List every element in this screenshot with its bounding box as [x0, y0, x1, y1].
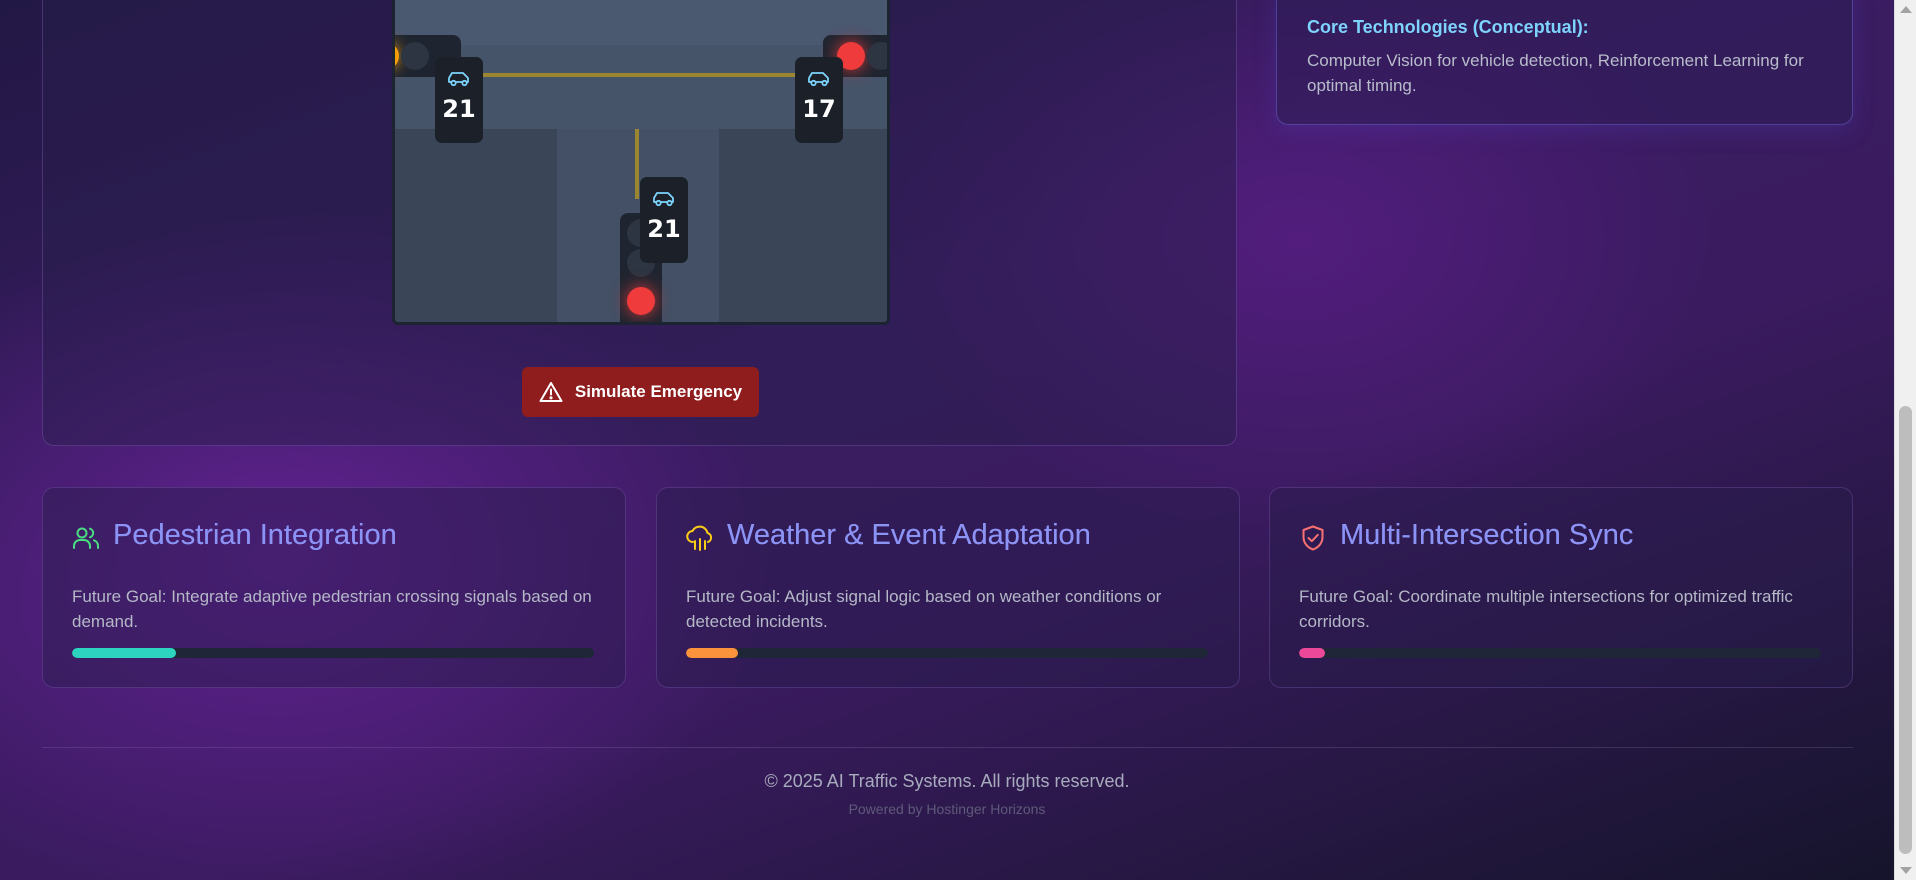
vehicle-count: 21: [647, 215, 681, 243]
core-technologies-title: Core Technologies (Conceptual):: [1307, 17, 1589, 37]
lane-divider-vertical: [635, 129, 639, 199]
feature-description: Future Goal: Integrate adaptive pedestri…: [72, 587, 592, 631]
vehicle-counter-east: 17: [795, 57, 843, 143]
car-icon: [448, 72, 469, 87]
car-icon: [653, 192, 674, 207]
vehicle-count: 21: [442, 95, 476, 123]
traffic-light-west-off: [401, 42, 429, 70]
car-icon: [808, 72, 829, 87]
traffic-light-west-amber: [395, 42, 399, 70]
footer-divider: [42, 747, 1853, 748]
warning-triangle-icon: [539, 382, 563, 402]
core-technologies-text: Computer Vision for vehicle detection, R…: [1307, 51, 1804, 95]
progress-fill: [72, 648, 177, 658]
page-scrollbar[interactable]: [1894, 0, 1916, 880]
feature-title: Weather & Event Adaptation: [727, 519, 1091, 551]
traffic-light-east-off: [867, 42, 887, 70]
progress-track: [686, 648, 1208, 658]
users-icon: [73, 527, 100, 549]
simulation-panel: 21 17 21 Simulate Emergency: [42, 0, 1237, 446]
vehicle-counter-south: 21: [640, 177, 688, 263]
traffic-light-south-red: [627, 287, 655, 315]
feature-card-weather: Weather & Event Adaptation Future Goal: …: [656, 487, 1240, 688]
feature-title: Multi-Intersection Sync: [1340, 519, 1634, 551]
progress-track: [72, 648, 594, 658]
footer-copyright: © 2025 AI Traffic Systems. All rights re…: [764, 771, 1130, 791]
cloud-rain-icon: [686, 525, 713, 551]
intersection-view: 21 17 21: [392, 0, 890, 325]
lane-divider-horizontal: [435, 73, 849, 77]
scroll-down-arrow-icon[interactable]: [1900, 867, 1912, 874]
progress-track: [1299, 648, 1821, 658]
scrollbar-thumb[interactable]: [1899, 406, 1912, 854]
page: 21 17 21 Simulate Emergency Core Technol…: [0, 0, 1894, 880]
scroll-up-arrow-icon[interactable]: [1900, 6, 1912, 13]
core-technologies-card: Core Technologies (Conceptual): Computer…: [1276, 0, 1853, 125]
simulate-emergency-button[interactable]: Simulate Emergency: [522, 367, 759, 417]
road-top: [395, 0, 887, 45]
feature-description: Future Goal: Adjust signal logic based o…: [686, 587, 1162, 631]
feature-card-multi-intersection: Multi-Intersection Sync Future Goal: Coo…: [1269, 487, 1853, 688]
feature-title: Pedestrian Integration: [113, 519, 397, 551]
simulate-emergency-label: Simulate Emergency: [574, 382, 743, 401]
vehicle-counter-west: 21: [435, 57, 483, 143]
progress-fill: [1299, 648, 1326, 658]
vehicle-count: 17: [802, 95, 836, 123]
shield-check-icon: [1302, 525, 1324, 551]
feature-description: Future Goal: Coordinate multiple interse…: [1299, 587, 1793, 631]
footer-powered-by: Powered by Hostinger Horizons: [848, 801, 1046, 817]
progress-fill: [686, 648, 739, 658]
feature-card-pedestrian: Pedestrian Integration Future Goal: Inte…: [42, 487, 626, 688]
